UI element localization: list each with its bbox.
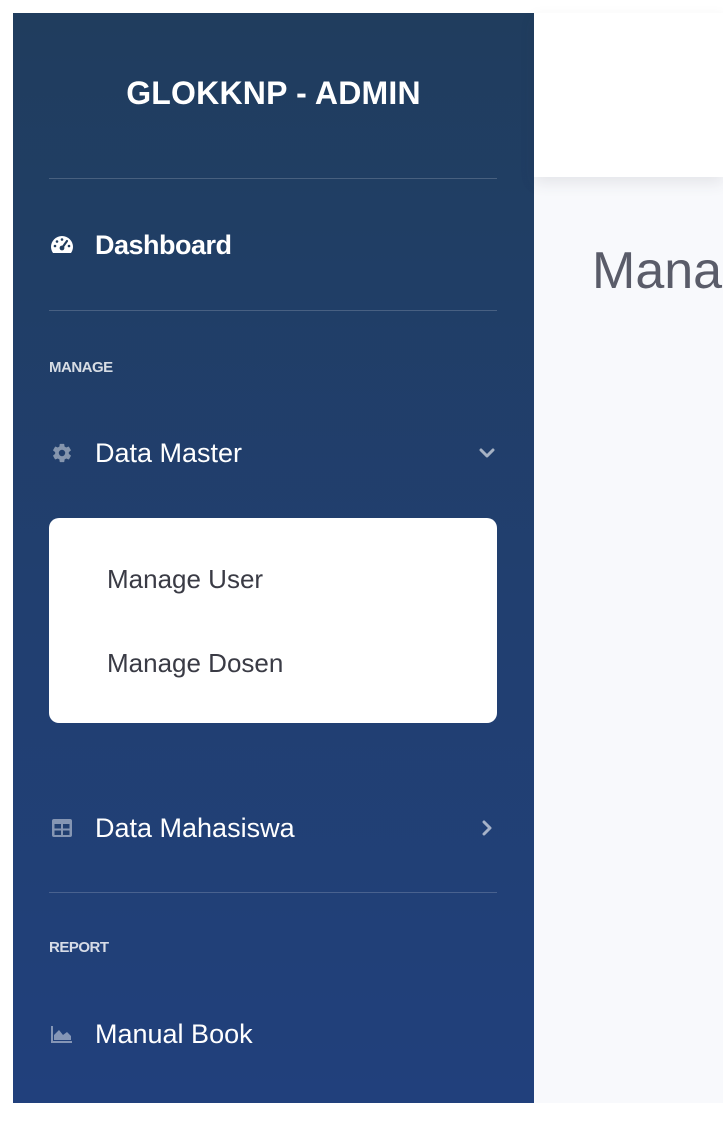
area-chart-icon: [49, 1021, 75, 1047]
page-title: Manage User: [592, 242, 723, 300]
section-heading-report: REPORT: [49, 939, 109, 956]
data-master-submenu: Manage User Manage Dosen: [49, 518, 497, 723]
sidebar-item-label: Dashboard: [95, 229, 232, 260]
sidebar-item-data-master[interactable]: Data Master: [49, 431, 497, 475]
sidebar: GLOKKNP - ADMIN Dashboard MANAGE Data Ma…: [13, 13, 534, 1103]
sidebar-item-data-mahasiswa[interactable]: Data Mahasiswa: [49, 806, 497, 850]
chevron-down-icon: [477, 443, 497, 463]
sidebar-divider: [49, 178, 497, 179]
topbar: [534, 13, 723, 177]
submenu-item-manage-user[interactable]: Manage User: [107, 564, 263, 595]
sidebar-item-label: Manual Book: [95, 1018, 253, 1049]
sidebar-item-dashboard[interactable]: Dashboard: [49, 223, 497, 267]
section-heading-manage: MANAGE: [49, 359, 113, 376]
tachometer-icon: [49, 232, 75, 258]
sidebar-item-manual-book[interactable]: Manual Book: [49, 1012, 497, 1056]
sidebar-item-label: Data Mahasiswa: [95, 812, 295, 843]
main-content: Manage User: [534, 13, 723, 1103]
submenu-item-manage-dosen[interactable]: Manage Dosen: [107, 648, 283, 679]
gear-icon: [49, 440, 75, 466]
chevron-right-icon: [477, 818, 497, 838]
sidebar-divider: [49, 892, 497, 893]
sidebar-brand[interactable]: GLOKKNP - ADMIN: [13, 75, 534, 112]
sidebar-divider: [49, 310, 497, 311]
sidebar-item-label: Data Master: [95, 437, 243, 468]
table-icon: [49, 815, 75, 841]
app-window: GLOKKNP - ADMIN Dashboard MANAGE Data Ma…: [0, 0, 723, 1131]
